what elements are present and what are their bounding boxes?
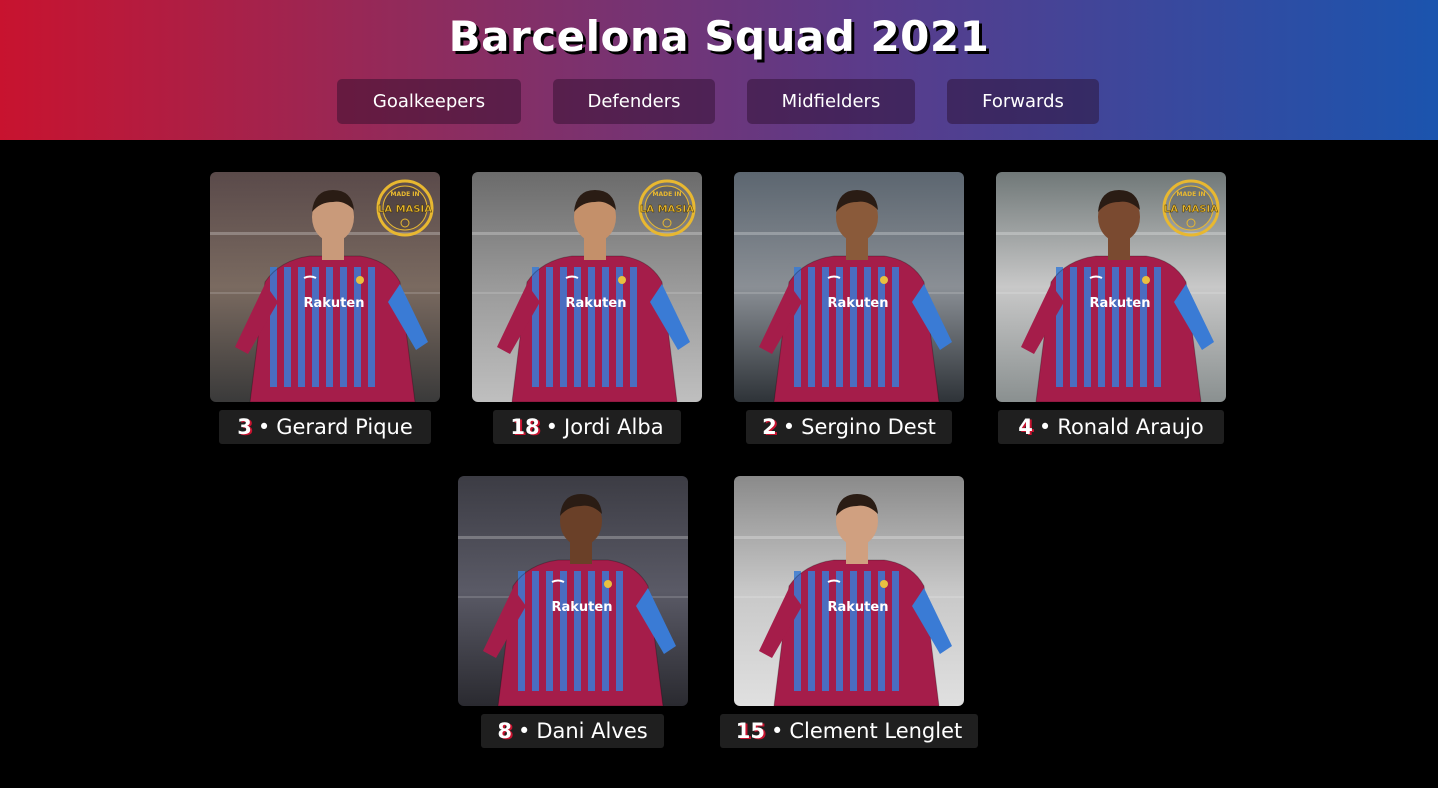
la-masia-badge-icon: MADE IN LA MASIA [638,179,696,237]
player-caption: 18 • Jordi Alba [493,410,681,444]
player-photo-card[interactable]: Rakuten MADE IN LA MASIA [472,172,702,402]
badge-main-text: LA MASIA [378,204,432,215]
separator: • [1038,415,1052,439]
player-photo-card[interactable]: Rakuten [734,476,964,706]
player-name: Dani Alves [536,719,648,743]
player-photo-image: Rakuten MADE IN LA MASIA [210,172,440,402]
player-number: 2 [762,415,777,439]
player-photo-image: Rakuten [458,476,688,706]
player-caption: 4 • Ronald Araujo [998,410,1224,444]
player-name: Clement Lenglet [789,719,963,743]
player-photo-image: Rakuten MADE IN LA MASIA [472,172,702,402]
player-photo-card[interactable]: Rakuten MADE IN LA MASIA [996,172,1226,402]
player-caption: 15 • Clement Lenglet [720,714,978,748]
player-caption: 8 • Dani Alves [481,714,664,748]
nav-button-goalkeepers[interactable]: Goalkeepers [337,79,521,124]
player-number: 8 [497,719,512,743]
sponsor-text: Rakuten [1090,296,1151,311]
sponsor-text: Rakuten [552,600,613,615]
player-photo-image: Rakuten MADE IN LA MASIA [996,172,1226,402]
badge-top-text: MADE IN [390,191,419,198]
player-photo-card[interactable]: Rakuten MADE IN LA MASIA [210,172,440,402]
sponsor-text: Rakuten [828,296,889,311]
player-photo-image: Rakuten [734,476,964,706]
player-name: Sergino Dest [801,415,936,439]
page-header: Barcelona Squad 2021 Goalkeepers Defende… [0,0,1438,140]
player-caption: 2 • Sergino Dest [746,410,952,444]
sponsor-text: Rakuten [828,600,889,615]
player-photo-card[interactable]: Rakuten [458,476,688,706]
player-caption: 3 • Gerard Pique [219,410,431,444]
player-number: 15 [735,719,765,743]
badge-top-text: MADE IN [1176,191,1205,198]
player-name: Gerard Pique [276,415,413,439]
player-name: Ronald Araujo [1057,415,1204,439]
badge-top-text: MADE IN [652,191,681,198]
nav-button-midfielders[interactable]: Midfielders [747,79,915,124]
separator: • [782,415,796,439]
badge-main-text: LA MASIA [1164,204,1218,215]
separator: • [770,719,784,743]
sponsor-text: Rakuten [304,296,365,311]
page-title: Barcelona Squad 2021 [448,12,990,61]
badge-main-text: LA MASIA [640,204,694,215]
nav-button-defenders[interactable]: Defenders [553,79,715,124]
separator: • [545,415,559,439]
player-number: 3 [237,415,252,439]
separator: • [257,415,271,439]
player-name: Jordi Alba [564,415,664,439]
sponsor-text: Rakuten [566,296,627,311]
la-masia-badge-icon: MADE IN LA MASIA [1162,179,1220,237]
player-number: 18 [510,415,540,439]
separator: • [517,719,531,743]
nav-button-forwards[interactable]: Forwards [947,79,1099,124]
player-photo-image: Rakuten [734,172,964,402]
player-number: 4 [1018,415,1033,439]
player-photo-card[interactable]: Rakuten [734,172,964,402]
la-masia-badge-icon: MADE IN LA MASIA [376,179,434,237]
